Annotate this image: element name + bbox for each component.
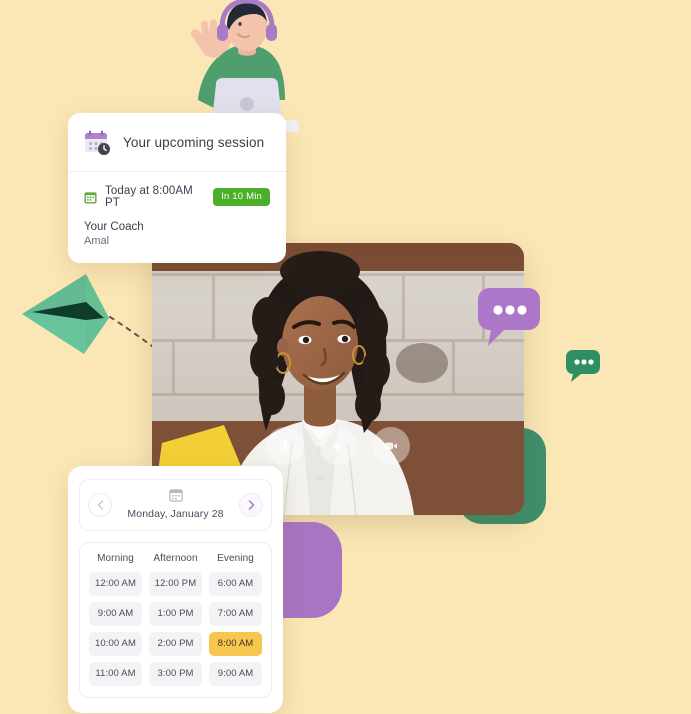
- time-slot[interactable]: 6:00 AM: [209, 572, 262, 596]
- time-slot[interactable]: 3:00 PM: [149, 662, 202, 686]
- time-slot[interactable]: 7:00 AM: [209, 602, 262, 626]
- video-controls-bar: [152, 427, 524, 465]
- calendar-icon: [168, 488, 183, 502]
- session-time-row: Today at 8:00AM PT In 10 Min: [84, 185, 270, 209]
- chevron-right-icon: [248, 500, 254, 510]
- date-text: Monday, January 28: [127, 508, 224, 520]
- chat-bubble-large: [478, 288, 540, 346]
- time-slot[interactable]: 10:00 AM: [89, 632, 142, 656]
- video-camera-icon: [385, 442, 397, 450]
- time-slot[interactable]: 2:00 PM: [149, 632, 202, 656]
- session-time-text: Today at 8:00AM PT: [105, 185, 193, 209]
- date-navigation: Monday, January 28: [79, 479, 272, 531]
- time-slots-panel: Morning Afternoon Evening 12:00 AM 12:00 PM 6…: [79, 542, 272, 698]
- microphone-button[interactable]: [266, 427, 304, 465]
- session-card-header: Your upcoming session: [68, 113, 286, 172]
- slot-column-header: Morning: [97, 553, 134, 564]
- time-slot[interactable]: 12:00 PM: [149, 572, 202, 596]
- current-date: Monday, January 28: [112, 488, 239, 522]
- calendar-clock-icon: [84, 129, 111, 156]
- time-slot[interactable]: 1:00 PM: [149, 602, 202, 626]
- time-slot[interactable]: 8:00 AM: [209, 632, 262, 656]
- camera-button[interactable]: [372, 427, 410, 465]
- session-card-body: Today at 8:00AM PT In 10 Min Your Coach …: [68, 172, 286, 263]
- upcoming-session-card: Your upcoming session Today at 8:00AM PT…: [68, 113, 286, 263]
- time-slot[interactable]: 12:00 AM: [89, 572, 142, 596]
- chat-bubble-small: [566, 350, 600, 382]
- microphone-icon: [280, 439, 290, 453]
- coach-name: Amal: [84, 235, 110, 247]
- calendar-icon: [84, 191, 97, 204]
- slot-column-header: Evening: [217, 553, 254, 564]
- time-slot[interactable]: 11:00 AM: [89, 662, 142, 686]
- time-slots-grid: Morning Afternoon Evening 12:00 AM 12:00 PM 6…: [89, 553, 262, 686]
- time-slot[interactable]: 9:00 AM: [209, 662, 262, 686]
- chevron-left-icon: [97, 500, 103, 510]
- speaker-button[interactable]: [319, 427, 357, 465]
- speaker-icon: [332, 440, 340, 452]
- slot-column-header: Afternoon: [153, 553, 198, 564]
- previous-day-button[interactable]: [88, 493, 112, 517]
- time-slot[interactable]: 9:00 AM: [89, 602, 142, 626]
- coach-label: Your Coach: [84, 221, 144, 233]
- illustration-stage: Your upcoming session Today at 8:00AM PT…: [0, 0, 691, 714]
- status-badge: In 10 Min: [213, 188, 270, 206]
- scheduler-card: Monday, January 28 Morning Afternoon Eveni…: [68, 466, 283, 713]
- session-card-title: Your upcoming session: [123, 135, 265, 150]
- next-day-button[interactable]: [239, 493, 263, 517]
